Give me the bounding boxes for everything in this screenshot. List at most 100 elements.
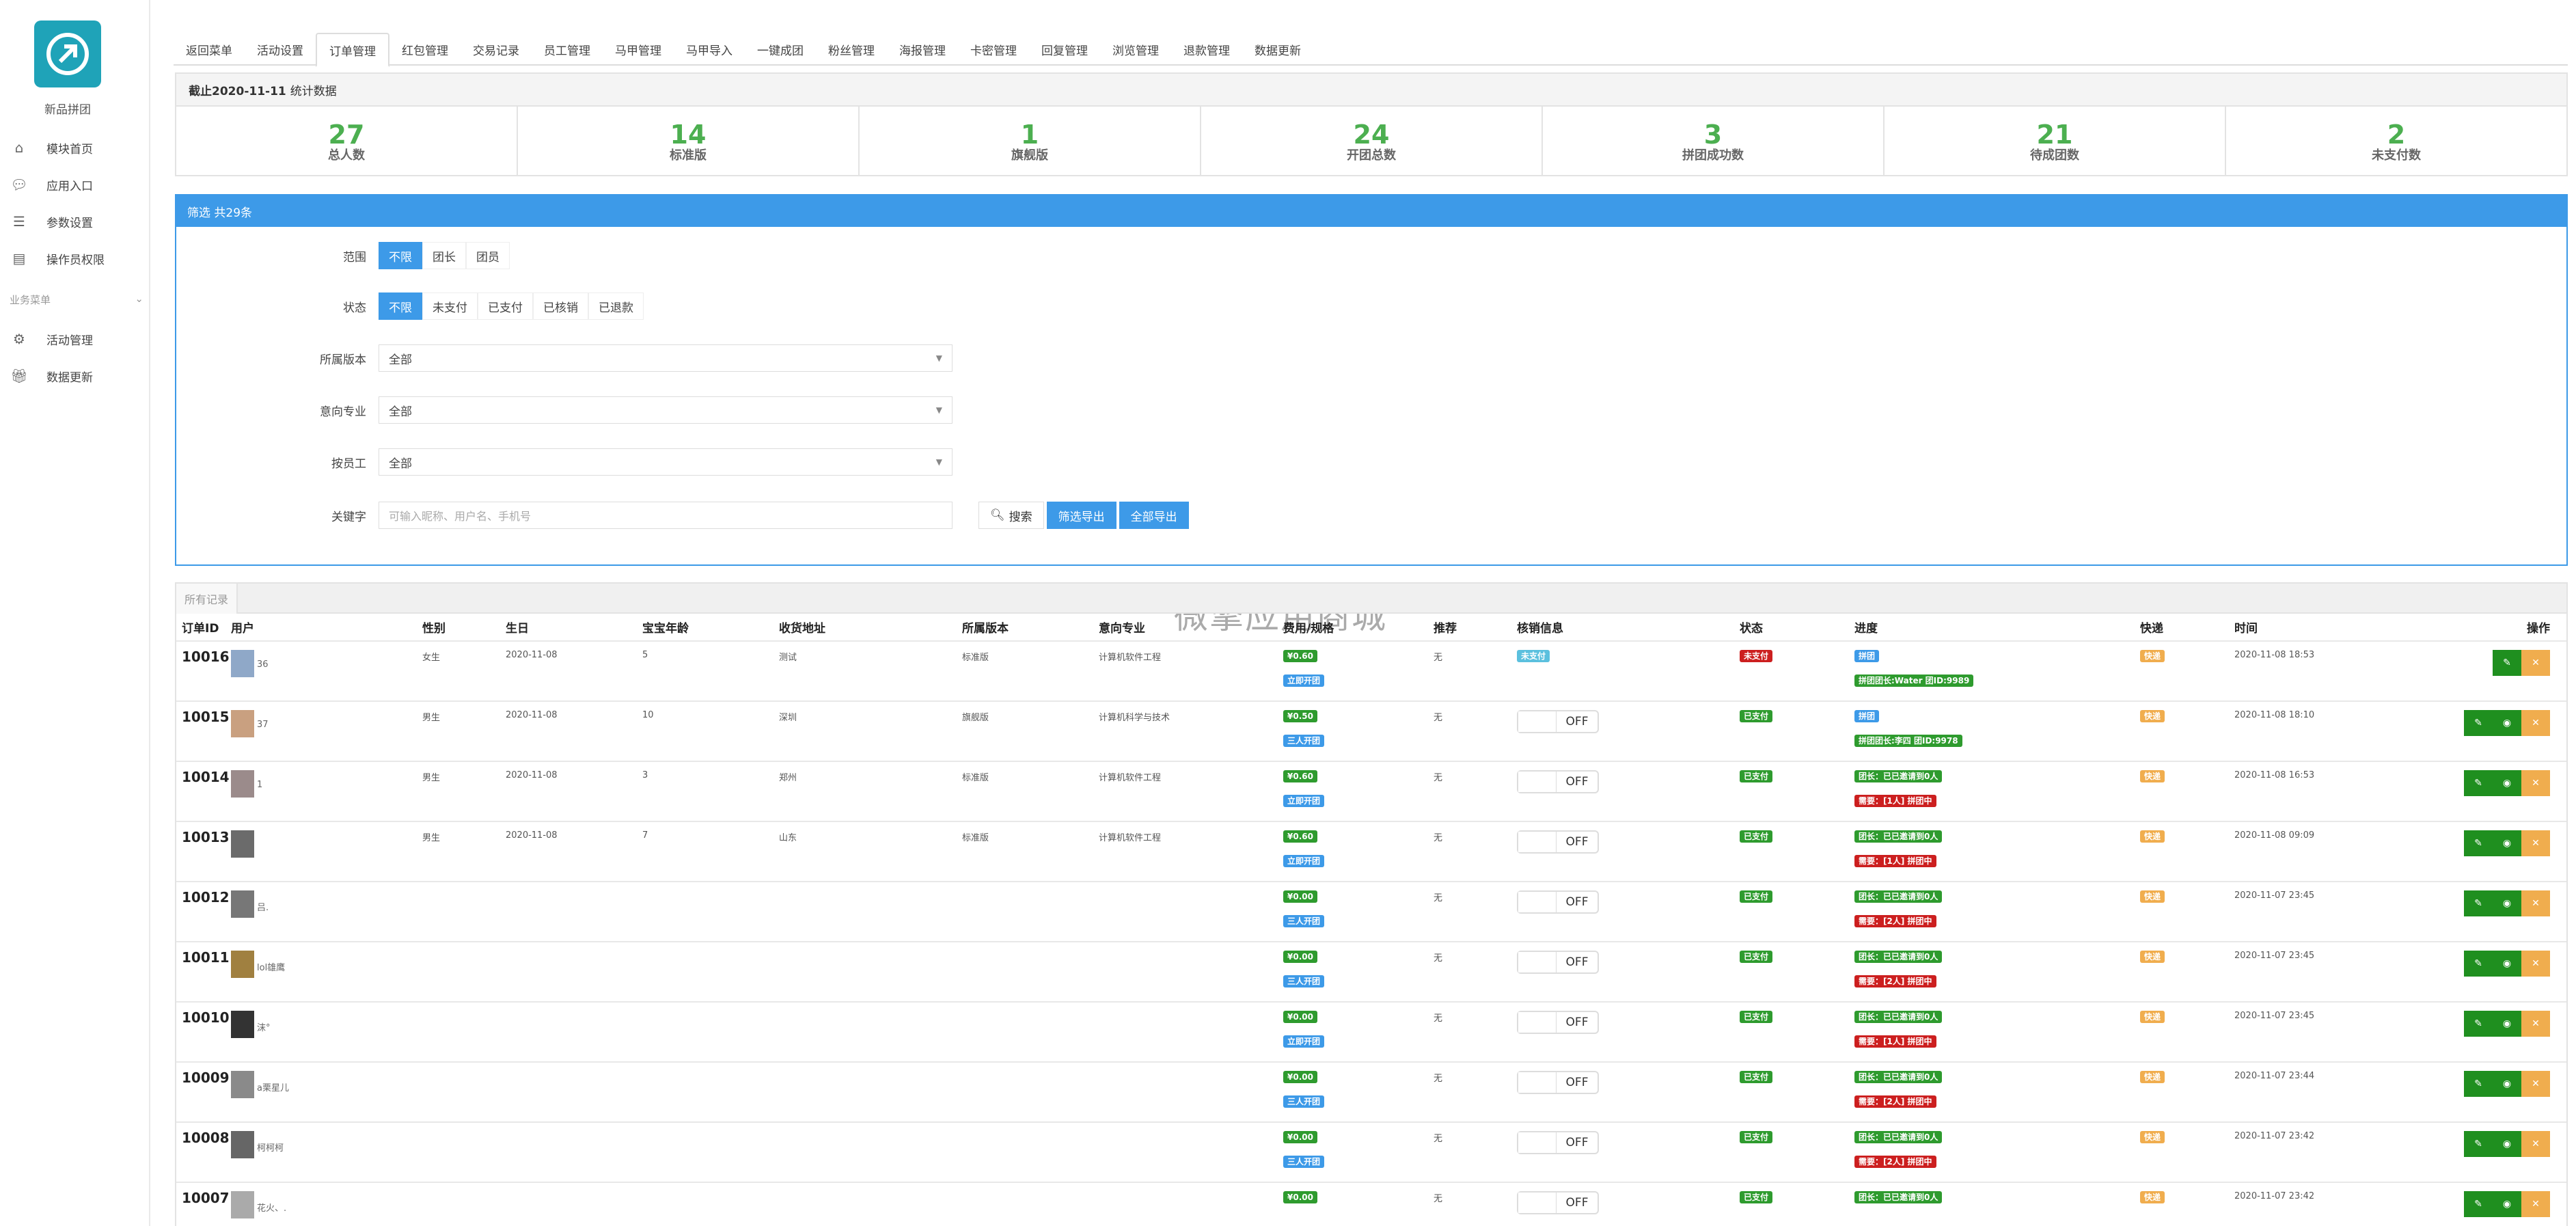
keyword-input[interactable]: 可输入昵称、用户名、手机号	[379, 502, 953, 529]
ops-group: ✎ ◉ ✕	[2408, 710, 2566, 736]
tab-13[interactable]: 回复管理	[1029, 33, 1100, 66]
express-badge[interactable]: 快递	[2140, 830, 2165, 843]
view-button[interactable]: ◉	[2493, 1131, 2521, 1157]
table-row: 10016 36 女生 2020-11-08 5 测试 标准版 计算机软件工程 ¥0.60 立即开…	[176, 640, 2566, 701]
edit-button[interactable]: ✎	[2464, 890, 2493, 916]
express-badge[interactable]: 快递	[2140, 951, 2165, 963]
edit-button[interactable]: ✎	[2464, 770, 2493, 796]
view-button[interactable]: ◉	[2493, 710, 2521, 736]
status-option-3[interactable]: 已支付	[478, 292, 533, 320]
express-badge[interactable]: 快递	[2140, 890, 2165, 903]
tab-12[interactable]: 卡密管理	[958, 33, 1029, 66]
tab-4[interactable]: 红包管理	[389, 33, 461, 66]
status-option-1[interactable]: 不限	[379, 292, 422, 320]
delete-button[interactable]: ✕	[2521, 830, 2550, 856]
export-all-button[interactable]: 全部导出	[1119, 502, 1189, 529]
tab-14[interactable]: 浏览管理	[1100, 33, 1171, 66]
delete-button[interactable]: ✕	[2521, 710, 2550, 736]
verify-toggle[interactable]: OFF	[1517, 1071, 1599, 1094]
time-cell: 2020-11-07 23:44	[2229, 1061, 2402, 1122]
view-button[interactable]: ◉	[2493, 1071, 2521, 1097]
range-option-1[interactable]: 不限	[379, 242, 422, 269]
staff-select[interactable]: 全部 ▼	[379, 448, 953, 476]
version-select[interactable]: 全部 ▼	[379, 344, 953, 372]
verify-toggle[interactable]: OFF	[1517, 1191, 1599, 1214]
tab-2[interactable]: 活动设置	[245, 33, 316, 66]
express-badge[interactable]: 快递	[2140, 1191, 2165, 1203]
view-button[interactable]: ◉	[2493, 1011, 2521, 1037]
express-badge[interactable]: 快递	[2140, 710, 2165, 722]
delete-button[interactable]: ✕	[2521, 650, 2550, 676]
range-option-3[interactable]: 团员	[466, 242, 510, 269]
view-button[interactable]: ◉	[2493, 830, 2521, 856]
delete-button[interactable]: ✕	[2521, 951, 2550, 977]
gender-cell	[417, 1001, 500, 1062]
filter-panel: 筛选 共29条 范围 不限 团长 团员 状态 不限 未支付 已支付 已核销 已退款 所属版本…	[175, 194, 2568, 566]
tab-3[interactable]: 订单管理	[316, 33, 389, 67]
tab-5[interactable]: 交易记录	[461, 33, 532, 66]
sidebar-item-2[interactable]: 💬︎ 应用入口	[10, 171, 139, 198]
edit-button[interactable]: ✎	[2464, 1011, 2493, 1037]
edit-button[interactable]: ✎	[2464, 830, 2493, 856]
sidebar-section-item-1[interactable]: ⚙ 活动管理	[10, 325, 139, 353]
tab-8[interactable]: 马甲导入	[674, 33, 745, 66]
sidebar-item-4[interactable]: ▤ 操作员权限	[10, 245, 139, 272]
search-button[interactable]: 🔍︎ 搜索	[978, 502, 1044, 529]
verify-toggle[interactable]: OFF	[1517, 830, 1599, 854]
section-business-menu[interactable]: 业务菜单 ⌄	[10, 292, 143, 307]
tab-11[interactable]: 海报管理	[887, 33, 958, 66]
verify-toggle[interactable]: OFF	[1517, 710, 1599, 733]
tab-16[interactable]: 数据更新	[1242, 33, 1313, 66]
verify-toggle[interactable]: OFF	[1517, 1011, 1599, 1034]
tab-7[interactable]: 马甲管理	[603, 33, 674, 66]
edit-button[interactable]: ✎	[2464, 1071, 2493, 1097]
delete-button[interactable]: ✕	[2521, 1011, 2550, 1037]
delete-button[interactable]: ✕	[2521, 1071, 2550, 1097]
tab-1[interactable]: 返回菜单	[174, 33, 245, 66]
view-button[interactable]: ◉	[2493, 951, 2521, 977]
delete-button[interactable]: ✕	[2521, 1131, 2550, 1157]
tab-9[interactable]: 一键成团	[745, 33, 816, 66]
edit-button[interactable]: ✎	[2493, 650, 2521, 676]
delete-button[interactable]: ✕	[2521, 1191, 2550, 1217]
sidebar-section-item-2[interactable]: 🎁︎ 数据更新	[10, 362, 139, 390]
tab-10[interactable]: 粉丝管理	[816, 33, 887, 66]
status-option-2[interactable]: 未支付	[422, 292, 478, 320]
chevron-down-icon[interactable]: ⌄	[135, 292, 143, 307]
view-button[interactable]: ◉	[2493, 1191, 2521, 1217]
express-badge[interactable]: 快递	[2140, 770, 2165, 782]
recommend-cell: 无	[1428, 1001, 1511, 1062]
stat-label: 拼团成功数	[1682, 148, 1744, 163]
verify-toggle[interactable]: OFF	[1517, 951, 1599, 974]
major-select[interactable]: 全部 ▼	[379, 396, 953, 424]
tab-6[interactable]: 员工管理	[532, 33, 603, 66]
edit-button[interactable]: ✎	[2464, 710, 2493, 736]
express-badge[interactable]: 快递	[2140, 1011, 2165, 1023]
verify-toggle[interactable]: OFF	[1517, 770, 1599, 793]
birthday-cell	[500, 1001, 637, 1062]
delete-button[interactable]: ✕	[2521, 770, 2550, 796]
view-button[interactable]: ◉	[2493, 890, 2521, 916]
sidebar: 新品拼团 ⌂ 模块首页 💬︎ 应用入口 ☰ 参数设置 ▤ 操作员权限 业务菜单 ⌄ ⚙ 活动管理…	[0, 0, 150, 1226]
express-badge[interactable]: 快递	[2140, 1071, 2165, 1083]
sidebar-item-3[interactable]: ☰ 参数设置	[10, 208, 139, 235]
edit-button[interactable]: ✎	[2464, 1131, 2493, 1157]
edit-button[interactable]: ✎	[2464, 1191, 2493, 1217]
range-option-2[interactable]: 团长	[422, 242, 466, 269]
export-filtered-button[interactable]: 筛选导出	[1046, 502, 1116, 529]
tab-15[interactable]: 退款管理	[1171, 33, 1242, 66]
express-badge[interactable]: 快递	[2140, 1131, 2165, 1143]
tab-all-records[interactable]: 所有记录	[176, 584, 238, 614]
app-logo[interactable]	[34, 21, 101, 87]
verify-toggle[interactable]: OFF	[1517, 890, 1599, 914]
view-button[interactable]: ◉	[2493, 770, 2521, 796]
delete-button[interactable]: ✕	[2521, 890, 2550, 916]
verify-toggle[interactable]: OFF	[1517, 1131, 1599, 1154]
edit-button[interactable]: ✎	[2464, 951, 2493, 977]
status-option-4[interactable]: 已核销	[533, 292, 588, 320]
status-option-5[interactable]: 已退款	[588, 292, 644, 320]
major-select-value: 全部	[389, 405, 412, 419]
sidebar-item-1[interactable]: ⌂ 模块首页	[10, 134, 139, 161]
express-badge[interactable]: 快递	[2140, 650, 2165, 662]
spec-badge: 立即开团	[1283, 1035, 1325, 1048]
